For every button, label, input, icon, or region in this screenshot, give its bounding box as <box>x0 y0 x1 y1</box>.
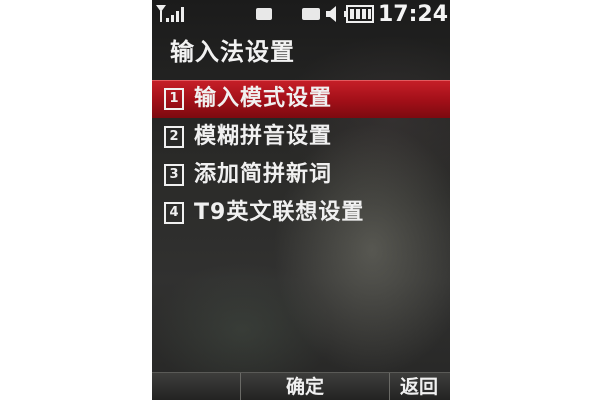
page-title: 输入法设置 <box>170 38 295 66</box>
back-softkey[interactable]: 返回 <box>400 373 438 400</box>
phone-screen: 17:24 输入法设置 1 输入模式设置 2 模糊拼音设置 3 添加简拼新词 4… <box>152 0 450 400</box>
menu-item-t9-english[interactable]: 4 T9英文联想设置 <box>152 194 450 232</box>
menu-item-label: 模糊拼音设置 <box>194 124 333 149</box>
confirm-softkey[interactable]: 确定 <box>286 373 324 400</box>
menu-item-label: 添加简拼新词 <box>194 162 333 187</box>
speaker-icon <box>326 6 336 22</box>
menu-list: 1 输入模式设置 2 模糊拼音设置 3 添加简拼新词 4 T9英文联想设置 <box>152 80 450 232</box>
number-badge: 3 <box>164 164 184 186</box>
menu-item-fuzzy-pinyin[interactable]: 2 模糊拼音设置 <box>152 118 450 156</box>
menu-item-input-mode[interactable]: 1 输入模式设置 <box>152 80 450 118</box>
number-badge: 1 <box>164 88 184 110</box>
clock: 17:24 <box>378 2 449 27</box>
signal-icon <box>156 5 184 22</box>
number-badge: 2 <box>164 126 184 148</box>
softkey-divider <box>240 373 241 400</box>
softkey-bar: 确定 返回 <box>152 372 450 400</box>
number-badge: 4 <box>164 202 184 224</box>
message-icon <box>256 8 272 20</box>
page: 17:24 输入法设置 1 输入模式设置 2 模糊拼音设置 3 添加简拼新词 4… <box>0 0 600 400</box>
menu-item-label: 输入模式设置 <box>194 86 333 111</box>
battery-icon <box>344 5 374 23</box>
mail-icon <box>302 8 320 20</box>
menu-item-add-words[interactable]: 3 添加简拼新词 <box>152 156 450 194</box>
status-bar: 17:24 <box>152 0 450 30</box>
menu-item-label: T9英文联想设置 <box>194 200 365 225</box>
softkey-divider <box>389 373 390 400</box>
